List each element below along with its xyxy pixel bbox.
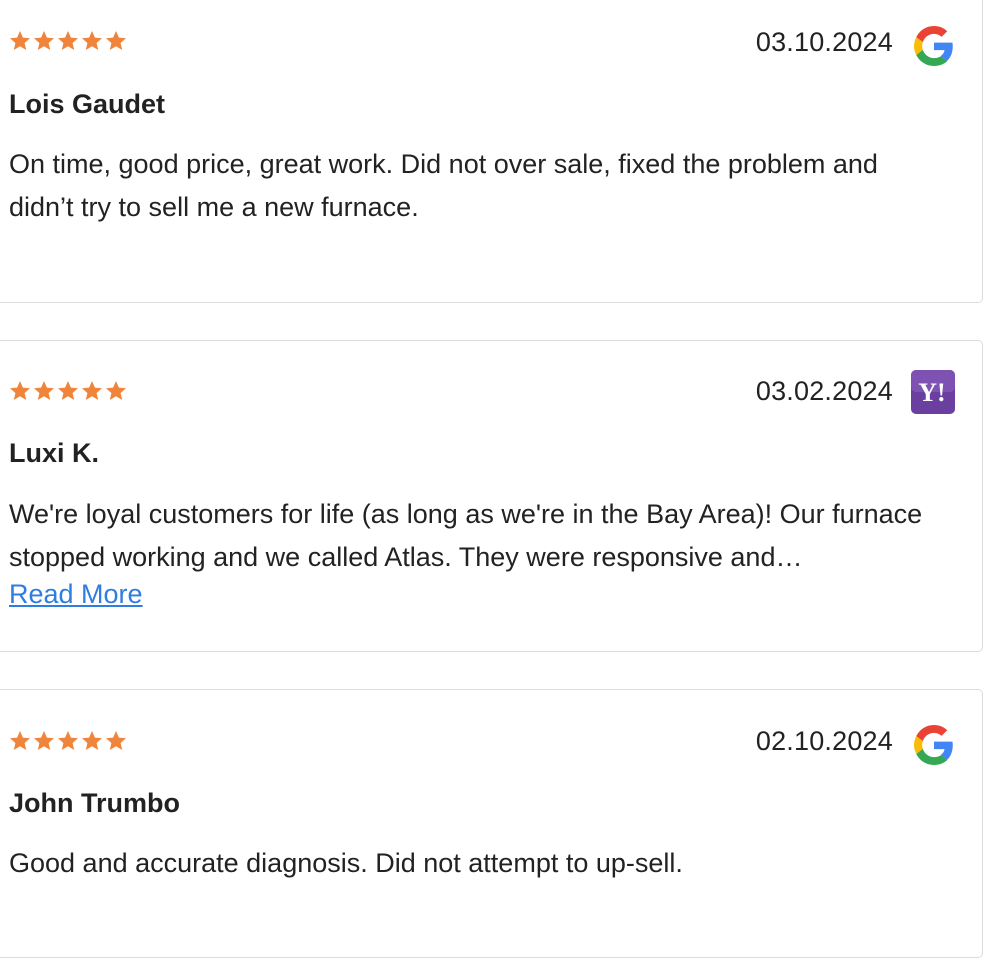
review-date: 03.10.2024 bbox=[755, 27, 893, 57]
star-rating bbox=[8, 29, 128, 53]
svg-text:Y!: Y! bbox=[918, 378, 945, 407]
star-icon bbox=[106, 381, 126, 400]
star-rating bbox=[8, 729, 128, 753]
star-icon bbox=[82, 381, 102, 400]
review-text: Good and accurate diagnosis. Did not att… bbox=[9, 848, 683, 878]
star-icon bbox=[106, 731, 126, 750]
star-icon bbox=[10, 31, 30, 50]
star-icon bbox=[82, 731, 102, 750]
reviewer-name: Luxi K. bbox=[9, 438, 100, 468]
star-icon bbox=[34, 31, 54, 50]
review-card: 03.02.2024 Y! Luxi K. We're loyal custom… bbox=[0, 340, 983, 652]
star-icon bbox=[10, 731, 30, 750]
read-more-link[interactable]: Read More bbox=[9, 579, 143, 610]
star-icon bbox=[58, 31, 78, 50]
google-icon bbox=[914, 725, 953, 765]
google-icon bbox=[914, 26, 953, 66]
review-card: 02.10.2024 John Trumbo Good and accurate… bbox=[0, 689, 983, 958]
star-icon bbox=[58, 731, 78, 750]
star-icon bbox=[34, 381, 54, 400]
yahoo-icon: Y! bbox=[911, 370, 955, 414]
review-text: We're loyal customers for life (as long … bbox=[9, 499, 923, 572]
review-date: 02.10.2024 bbox=[755, 726, 893, 756]
star-icon bbox=[34, 731, 54, 750]
star-icon bbox=[82, 31, 102, 50]
star-icon bbox=[10, 381, 30, 400]
review-text: On time, good price, great work. Did not… bbox=[9, 149, 878, 222]
star-rating bbox=[8, 379, 128, 403]
star-icon bbox=[58, 381, 78, 400]
review-card: 03.10.2024 Lois Gaudet On time, good pri… bbox=[0, 0, 983, 303]
reviewer-name: John Trumbo bbox=[9, 788, 180, 818]
review-date: 03.02.2024 bbox=[755, 376, 893, 406]
reviewer-name: Lois Gaudet bbox=[9, 89, 166, 119]
star-icon bbox=[106, 31, 126, 50]
